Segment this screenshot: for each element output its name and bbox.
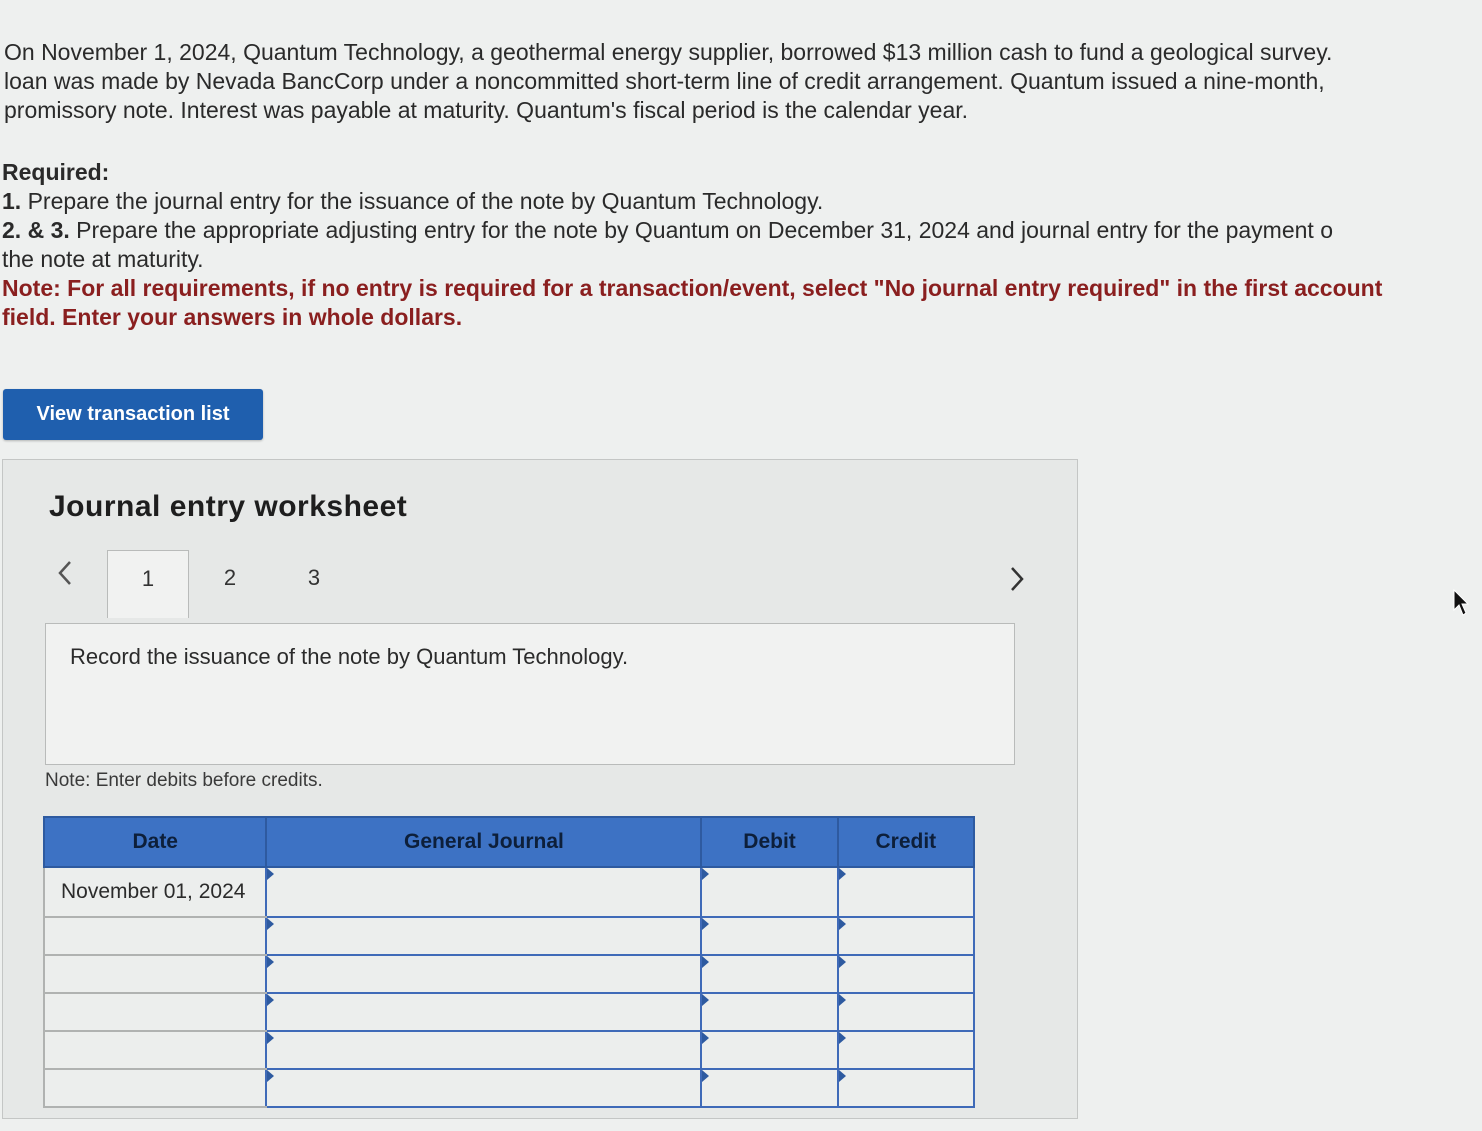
chevron-left-icon[interactable]	[55, 558, 75, 596]
problem-statement: On November 1, 2024, Quantum Technology,…	[4, 38, 1480, 125]
required-item-2-3: 2. & 3. Prepare the appropriate adjustin…	[2, 216, 1480, 245]
mouse-cursor-icon	[1452, 588, 1470, 623]
credit-cell[interactable]	[836, 916, 976, 956]
cell-marker-icon	[702, 994, 710, 1006]
table-row	[42, 916, 976, 956]
credit-cell[interactable]	[836, 1068, 976, 1108]
journal-header-row: Date General Journal Debit Credit	[42, 816, 976, 868]
date-cell[interactable]	[42, 1068, 268, 1108]
tab-3[interactable]: 3	[273, 550, 355, 616]
credit-cell[interactable]	[836, 954, 976, 994]
tab-1[interactable]: 1	[107, 550, 189, 618]
date-cell[interactable]	[42, 992, 268, 1032]
cell-marker-icon	[267, 956, 275, 968]
journal-table: Date General Journal Debit Credit Novemb…	[42, 816, 976, 1108]
account-cell[interactable]	[265, 1068, 703, 1108]
chevron-right-icon[interactable]	[1007, 564, 1027, 602]
cell-marker-icon	[267, 1032, 275, 1044]
credit-cell[interactable]	[836, 992, 976, 1032]
cell-marker-icon	[702, 1032, 710, 1044]
cell-marker-icon	[702, 868, 710, 880]
cell-marker-icon	[702, 1070, 710, 1082]
table-row	[42, 992, 976, 1032]
required-item-2-3-number: 2. & 3.	[2, 217, 70, 243]
problem-line-3: promissory note. Interest was payable at…	[4, 97, 969, 123]
table-row	[42, 1068, 976, 1108]
table-row: November 01, 2024	[42, 866, 976, 918]
debits-note: Note: Enter debits before credits.	[45, 770, 323, 791]
header-debit: Debit	[700, 816, 839, 868]
account-cell[interactable]	[265, 916, 703, 956]
date-cell[interactable]	[42, 916, 268, 956]
date-cell[interactable]	[42, 1030, 268, 1070]
cell-marker-icon	[838, 918, 846, 930]
debit-cell[interactable]	[700, 954, 839, 994]
required-item-1-number: 1.	[2, 188, 22, 214]
header-date: Date	[42, 816, 268, 868]
cell-marker-icon	[838, 868, 846, 880]
required-item-2-3-continued: the note at maturity.	[2, 246, 204, 272]
header-credit: Credit	[836, 816, 976, 868]
required-item-2-3-text: Prepare the appropriate adjusting entry …	[76, 217, 1333, 243]
account-cell[interactable]	[265, 1030, 703, 1070]
worksheet-title: Journal entry worksheet	[49, 490, 408, 523]
cell-marker-icon	[838, 1070, 846, 1082]
debit-cell[interactable]	[700, 992, 839, 1032]
entry-prompt-box: Record the issuance of the note by Quant…	[45, 623, 1015, 765]
cell-marker-icon	[838, 1032, 846, 1044]
table-row	[42, 1030, 976, 1070]
cell-marker-icon	[838, 956, 846, 968]
account-cell[interactable]	[265, 954, 703, 994]
credit-cell[interactable]	[836, 866, 976, 918]
requirements-note-line-1: Note: For all requirements, if no entry …	[2, 275, 1383, 301]
cell-marker-icon	[702, 956, 710, 968]
cell-marker-icon	[267, 918, 275, 930]
required-section: Required: 1. Prepare the journal entry f…	[2, 158, 1480, 332]
credit-cell[interactable]	[836, 1030, 976, 1070]
requirements-note-line-2: field. Enter your answers in whole dolla…	[2, 304, 463, 330]
problem-line-2: loan was made by Nevada BancCorp under a…	[4, 68, 1325, 94]
debit-cell[interactable]	[700, 1068, 839, 1108]
date-cell[interactable]	[42, 954, 268, 994]
account-cell[interactable]	[265, 866, 703, 918]
journal-entry-worksheet: Journal entry worksheet 1 2 3 Record the…	[2, 459, 1078, 1119]
debit-cell[interactable]	[700, 916, 839, 956]
required-item-1-text: Prepare the journal entry for the issuan…	[27, 188, 824, 214]
problem-line-1: On November 1, 2024, Quantum Technology,…	[4, 39, 1333, 65]
debit-cell[interactable]	[700, 1030, 839, 1070]
required-heading: Required:	[2, 159, 110, 185]
view-transaction-list-button[interactable]: View transaction list	[3, 389, 263, 440]
cell-marker-icon	[838, 994, 846, 1006]
date-cell[interactable]: November 01, 2024	[42, 866, 268, 918]
cell-marker-icon	[267, 868, 275, 880]
header-general-journal: General Journal	[265, 816, 703, 868]
table-row	[42, 954, 976, 994]
account-cell[interactable]	[265, 992, 703, 1032]
debit-cell[interactable]	[700, 866, 839, 918]
entry-prompt-text: Record the issuance of the note by Quant…	[70, 644, 629, 669]
cell-marker-icon	[702, 918, 710, 930]
cell-marker-icon	[267, 994, 275, 1006]
tab-2[interactable]: 2	[189, 550, 271, 616]
required-item-1: 1. Prepare the journal entry for the iss…	[2, 187, 1480, 216]
cell-marker-icon	[267, 1070, 275, 1082]
